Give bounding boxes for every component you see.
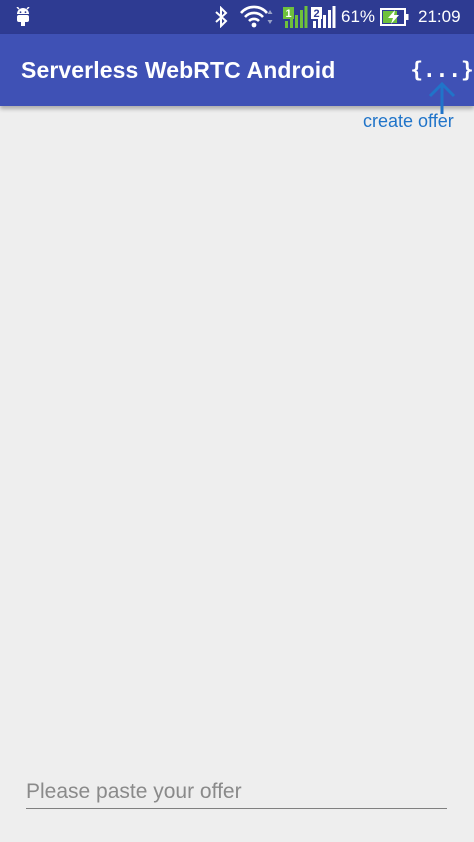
signal-sim2-icon: 2 bbox=[310, 0, 336, 34]
battery-percent: 61% bbox=[341, 7, 376, 26]
bluetooth-icon bbox=[213, 0, 229, 34]
app-screen: 1 2 61% 21:09 Serverless WebRTC Android … bbox=[0, 0, 474, 842]
app-toolbar: Serverless WebRTC Android {...} bbox=[0, 34, 474, 106]
svg-text:1: 1 bbox=[285, 8, 291, 20]
wifi-icon bbox=[240, 0, 276, 34]
toolbar-title: Serverless WebRTC Android bbox=[21, 57, 336, 83]
battery-charging-icon bbox=[380, 0, 410, 34]
signal-sim1-icon: 1 bbox=[282, 0, 308, 34]
svg-text:2: 2 bbox=[313, 8, 319, 20]
status-bar: 1 2 61% 21:09 bbox=[0, 0, 474, 34]
create-offer-label: {...} bbox=[410, 58, 474, 82]
offer-input[interactable] bbox=[26, 776, 447, 809]
annotation-label: create offer bbox=[363, 111, 454, 131]
status-clock: 21:09 bbox=[418, 7, 461, 26]
android-debug-icon bbox=[14, 0, 32, 34]
